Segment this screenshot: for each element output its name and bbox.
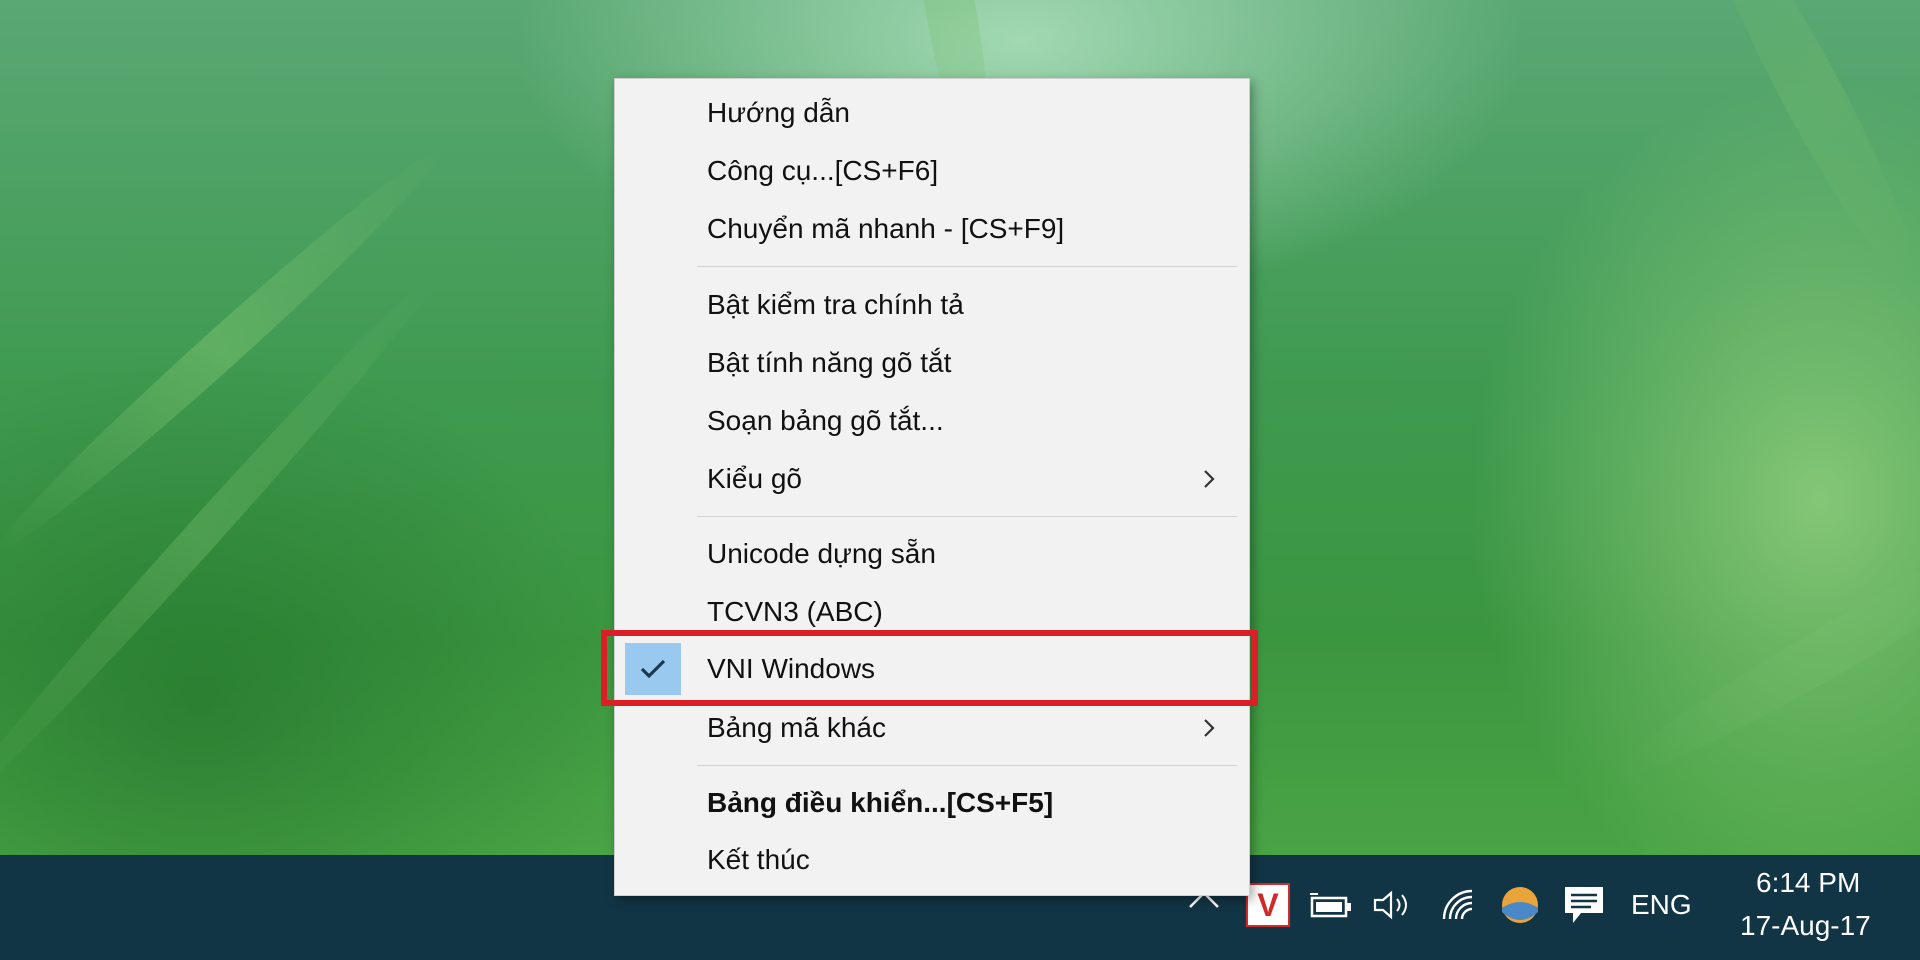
menu-item-label: Công cụ...[CS+F6] xyxy=(707,155,939,186)
menu-item-label: Soạn bảng gõ tắt... xyxy=(707,405,944,436)
menu-item-kieu-go[interactable]: Kiểu gõ xyxy=(615,452,1249,506)
menu-item-unicode-dung-san[interactable]: Unicode dựng sẵn xyxy=(615,527,1249,581)
grass-blade xyxy=(1602,493,1920,797)
clock-date[interactable]: 17-Aug-17 xyxy=(1740,910,1871,942)
menu-item-label: Bật tính năng gõ tắt xyxy=(707,347,952,378)
menu-item-cong-cu[interactable]: Công cụ...[CS+F6] xyxy=(615,144,1249,198)
wifi-icon[interactable] xyxy=(1436,885,1482,925)
menu-item-bang-dieu-khien[interactable]: Bảng điều khiển...[CS+F5] xyxy=(615,776,1249,830)
menu-item-bat-tinh-nang-go-tat[interactable]: Bật tính năng gõ tắt xyxy=(615,336,1249,390)
menu-item-label: Chuyển mã nhanh - [CS+F9] xyxy=(707,213,1065,244)
menu-item-bang-ma-khac[interactable]: Bảng mã khác xyxy=(615,701,1249,755)
language-indicator[interactable]: ENG xyxy=(1631,889,1692,921)
menu-item-label: Bảng điều khiển...[CS+F5] xyxy=(707,787,1054,818)
menu-item-label: Bật kiểm tra chính tả xyxy=(707,289,964,320)
menu-item-ket-thuc[interactable]: Kết thúc xyxy=(615,833,1249,887)
chevron-right-icon xyxy=(1197,716,1221,740)
volume-icon[interactable] xyxy=(1370,885,1416,925)
menu-item-label: Unicode dựng sẵn xyxy=(707,538,936,569)
menu-separator xyxy=(697,266,1237,267)
chevron-right-icon xyxy=(1197,467,1221,491)
menu-item-label: Hướng dẫn xyxy=(707,97,850,128)
menu-item-label: Kiểu gõ xyxy=(707,463,802,494)
highlight-box xyxy=(601,630,1258,706)
menu-item-chuyen-ma-nhanh[interactable]: Chuyển mã nhanh - [CS+F9] xyxy=(615,202,1249,256)
clock-time[interactable]: 6:14 PM xyxy=(1756,867,1860,899)
weather-icon[interactable] xyxy=(1498,883,1542,927)
menu-item-label: TCVN3 (ABC) xyxy=(707,596,883,627)
menu-separator xyxy=(697,765,1237,766)
vietkey-icon[interactable]: V xyxy=(1246,883,1290,927)
battery-icon[interactable] xyxy=(1306,885,1356,925)
menu-item-bat-kiem-tra-chinh-ta[interactable]: Bật kiểm tra chính tả xyxy=(615,278,1249,332)
context-menu: Hướng dẫn Công cụ...[CS+F6] Chuyển mã nh… xyxy=(614,78,1250,896)
menu-item-label: Bảng mã khác xyxy=(707,712,886,743)
grass-blade xyxy=(1684,0,1920,290)
menu-item-soan-bang-go-tat[interactable]: Soạn bảng gõ tắt... xyxy=(615,394,1249,448)
menu-item-label: Kết thúc xyxy=(707,844,810,875)
menu-item-huong-dan[interactable]: Hướng dẫn xyxy=(615,86,1249,140)
notification-icon[interactable] xyxy=(1562,883,1606,927)
menu-separator xyxy=(697,516,1237,517)
